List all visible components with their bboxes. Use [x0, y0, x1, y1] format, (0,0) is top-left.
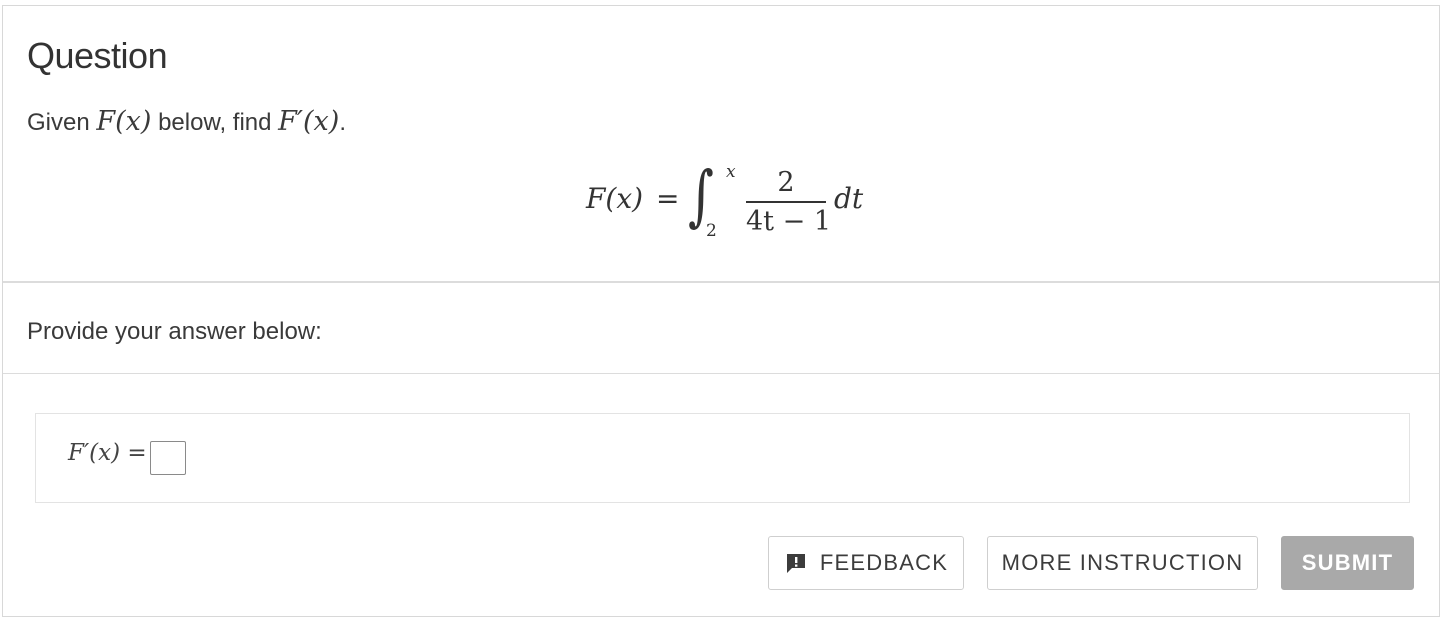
- submit-label: SUBMIT: [1301, 550, 1394, 575]
- question-prompt: Given F(x) below, find F′(x).: [27, 106, 346, 139]
- integral-upper-limit: x: [726, 162, 736, 182]
- feedback-label: FEEDBACK: [819, 550, 949, 575]
- answer-prompt: Provide your answer below:: [27, 318, 322, 345]
- integral-lower-limit: 2: [706, 221, 717, 241]
- more-instruction-label: MORE INSTRUCTION: [1001, 550, 1244, 575]
- prompt-middle: below, find: [151, 109, 279, 136]
- formula-lhs: F(x): [586, 182, 644, 215]
- feedback-icon: [784, 551, 808, 575]
- feedback-button[interactable]: FEEDBACK: [768, 536, 964, 590]
- section-divider: [3, 281, 1439, 283]
- fraction-bar: [746, 201, 826, 203]
- fraction-numerator: 2: [777, 167, 795, 198]
- formula-differential: dt: [834, 182, 864, 215]
- prompt-fx: F(x): [96, 106, 152, 137]
- formula-equals: =: [656, 182, 680, 215]
- prompt-prefix: Given: [27, 109, 97, 136]
- fraction-denominator: 4t − 1: [746, 206, 831, 237]
- section-divider: [3, 373, 1439, 374]
- integrand-fraction: 2 4t − 1: [746, 167, 831, 237]
- answer-input[interactable]: [150, 441, 186, 475]
- prompt-fprime-x: F′(x): [278, 106, 340, 137]
- submit-button[interactable]: SUBMIT: [1281, 536, 1414, 590]
- more-instruction-button[interactable]: MORE INSTRUCTION: [987, 536, 1258, 590]
- question-card: Question Given F(x) below, find F′(x). F…: [2, 5, 1440, 617]
- question-title: Question: [27, 35, 168, 76]
- prompt-suffix: .: [339, 109, 346, 136]
- answer-box: F′(x) =: [35, 413, 1410, 503]
- answer-label: F′(x) =: [68, 440, 147, 466]
